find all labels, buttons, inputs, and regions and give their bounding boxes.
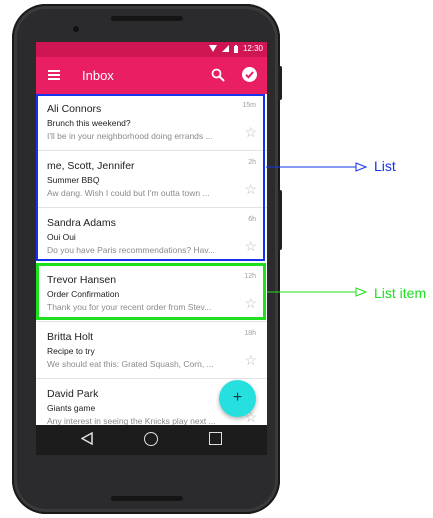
- list-callout-label: List: [374, 158, 396, 174]
- list-item-callout-label: List item: [374, 285, 427, 301]
- callout-arrows: [266, 162, 368, 297]
